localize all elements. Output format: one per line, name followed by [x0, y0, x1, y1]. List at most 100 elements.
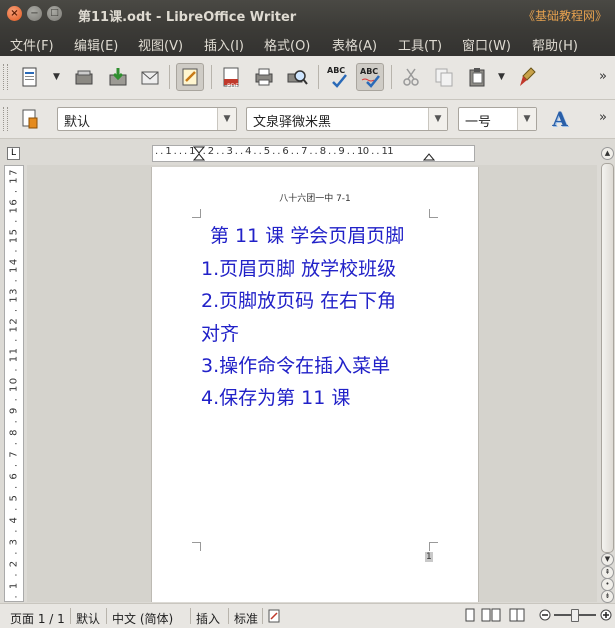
minimize-window-button[interactable]: − [27, 6, 42, 21]
spellcheck-button[interactable]: ABC [324, 63, 352, 91]
indent-marker-icon[interactable] [193, 146, 205, 161]
font-color-button[interactable]: A [546, 105, 574, 133]
status-separator [70, 608, 71, 624]
clone-formatting-button[interactable] [514, 63, 542, 91]
copy-button[interactable] [430, 63, 458, 91]
font-size-dropdown-button[interactable]: ▼ [517, 108, 536, 130]
menu-edit[interactable]: 编辑(E) [74, 35, 118, 54]
spellcheck-abc-label: ABC [327, 66, 346, 75]
status-insert-mode[interactable]: 插入 [196, 610, 220, 627]
menu-help[interactable]: 帮助(H) [532, 35, 578, 54]
pdf-label: PDF [227, 83, 239, 90]
toolbar-separator [211, 65, 212, 89]
print-button[interactable] [250, 63, 278, 91]
vertical-ruler[interactable]: . 1 . 2 . 3 . 4 . 5 . 6 . 7 . 8 . 9 . 10… [4, 165, 24, 602]
font-size-combo[interactable]: 一号 ▼ [458, 107, 537, 131]
save-button[interactable] [104, 63, 132, 91]
print-icon [255, 68, 273, 86]
menu-window[interactable]: 窗口(W) [462, 35, 511, 54]
horizontal-ruler[interactable]: . . 1 . . . 1 . . 2 . . 3 . . 4 . . 5 . … [152, 145, 475, 162]
body-line-5[interactable]: 4.保存为第 11 课 [201, 383, 350, 410]
toolbar-more-button[interactable]: » [599, 69, 607, 84]
cut-button[interactable] [397, 63, 425, 91]
new-document-icon [22, 67, 37, 87]
tab-stop-selector[interactable]: L [7, 147, 20, 160]
page-header-text[interactable]: 八十六团一中 7-1 [152, 191, 478, 204]
menu-format[interactable]: 格式(O) [264, 35, 310, 54]
font-name-combo[interactable]: 文泉驿微米黑 ▼ [246, 107, 448, 131]
scroll-down-button[interactable]: ▼ [601, 553, 614, 566]
autospellcheck-button[interactable]: ABC [356, 63, 384, 91]
close-window-button[interactable]: × [7, 6, 22, 21]
edit-mode-button[interactable] [176, 63, 204, 91]
new-document-button[interactable] [16, 63, 44, 91]
status-separator [190, 608, 191, 624]
autospellcheck-abc-label: ABC [360, 67, 379, 76]
font-name-value: 文泉驿微米黑 [253, 115, 332, 130]
zoom-slider-knob[interactable] [571, 609, 579, 622]
vertical-ruler-ticks: . 1 . 2 . 3 . 4 . 5 . 6 . 7 . 8 . 9 . 10… [8, 168, 20, 599]
paragraph-style-dropdown-button[interactable]: ▼ [217, 108, 236, 130]
crop-mark [429, 542, 438, 551]
new-dropdown-arrow[interactable]: ▼ [53, 72, 60, 82]
email-button[interactable] [136, 63, 164, 91]
format-toolbar-more-button[interactable]: » [599, 110, 607, 125]
maximize-window-button[interactable]: □ [47, 6, 62, 21]
lesson-title[interactable]: 第 11 课 学会页眉页脚 [210, 221, 404, 248]
paste-dropdown-arrow[interactable]: ▼ [498, 72, 505, 82]
scrollbar-thumb[interactable] [601, 163, 614, 553]
book-view-icon[interactable] [509, 608, 525, 626]
watermark-text: 《基础教程网》 [522, 9, 607, 23]
multi-page-view-icon[interactable] [481, 608, 501, 626]
email-icon [141, 71, 159, 85]
chevron-down-icon: ▼ [223, 114, 231, 124]
next-page-button[interactable]: ⇟ [601, 590, 614, 603]
menu-file[interactable]: 文件(F) [10, 35, 54, 54]
menu-insert[interactable]: 插入(I) [204, 35, 244, 54]
document-workspace: 八十六团一中 7-1 第 11 课 学会页眉页脚 1.页眉页脚 放学校班级 2.… [27, 165, 597, 602]
chevron-down-icon: ▼ [523, 114, 531, 124]
font-name-dropdown-button[interactable]: ▼ [428, 108, 447, 130]
status-language[interactable]: 中文 (简体) [112, 610, 173, 627]
document-modified-icon[interactable] [268, 609, 280, 627]
body-line-4[interactable]: 3.操作命令在插入菜单 [201, 351, 390, 378]
window-title: 第11课.odt - LibreOffice Writer [78, 10, 297, 25]
chevron-down-icon: ▼ [434, 114, 442, 124]
status-separator [228, 608, 229, 624]
font-size-value: 一号 [465, 115, 492, 130]
page-number-field[interactable]: 1 [425, 552, 433, 562]
export-pdf-button[interactable]: PDF [217, 63, 245, 91]
cut-icon [403, 68, 419, 86]
status-style[interactable]: 默认 [76, 610, 100, 627]
menu-view[interactable]: 视图(V) [138, 35, 183, 54]
close-icon: × [10, 7, 19, 19]
toolbar-handle[interactable] [3, 107, 8, 131]
styles-formatting-button[interactable] [17, 105, 45, 133]
standard-toolbar: ▼ PDF ABC ABC ▼ » [0, 56, 615, 100]
document-page[interactable]: 八十六团一中 7-1 第 11 课 学会页眉页脚 1.页眉页脚 放学校班级 2.… [151, 167, 479, 602]
zoom-in-icon[interactable] [600, 609, 612, 625]
scroll-up-button[interactable]: ▲ [601, 147, 614, 160]
status-separator [106, 608, 107, 624]
crop-mark [429, 209, 438, 218]
status-selection-mode[interactable]: 标准 [234, 610, 258, 627]
status-page[interactable]: 页面 1 / 1 [10, 610, 65, 627]
paste-button[interactable] [463, 63, 491, 91]
right-indent-marker-icon[interactable] [423, 146, 435, 161]
open-folder-icon [75, 70, 93, 85]
open-button[interactable] [70, 63, 98, 91]
menu-tools[interactable]: 工具(T) [398, 35, 442, 54]
zoom-out-icon[interactable] [539, 609, 551, 625]
crop-mark [192, 209, 201, 218]
body-line-1[interactable]: 1.页眉页脚 放学校班级 [201, 254, 396, 281]
body-line-2[interactable]: 2.页脚放页码 在右下角 [201, 286, 396, 313]
toolbar-handle[interactable] [3, 64, 8, 90]
print-preview-button[interactable] [283, 63, 311, 91]
single-page-view-icon[interactable] [464, 608, 476, 626]
paste-icon [469, 68, 485, 87]
body-line-3[interactable]: 对齐 [201, 319, 239, 346]
maximize-icon: □ [50, 8, 59, 18]
menu-table[interactable]: 表格(A) [332, 35, 377, 54]
paragraph-style-combo[interactable]: 默认 ▼ [57, 107, 237, 131]
copy-icon [435, 68, 453, 87]
